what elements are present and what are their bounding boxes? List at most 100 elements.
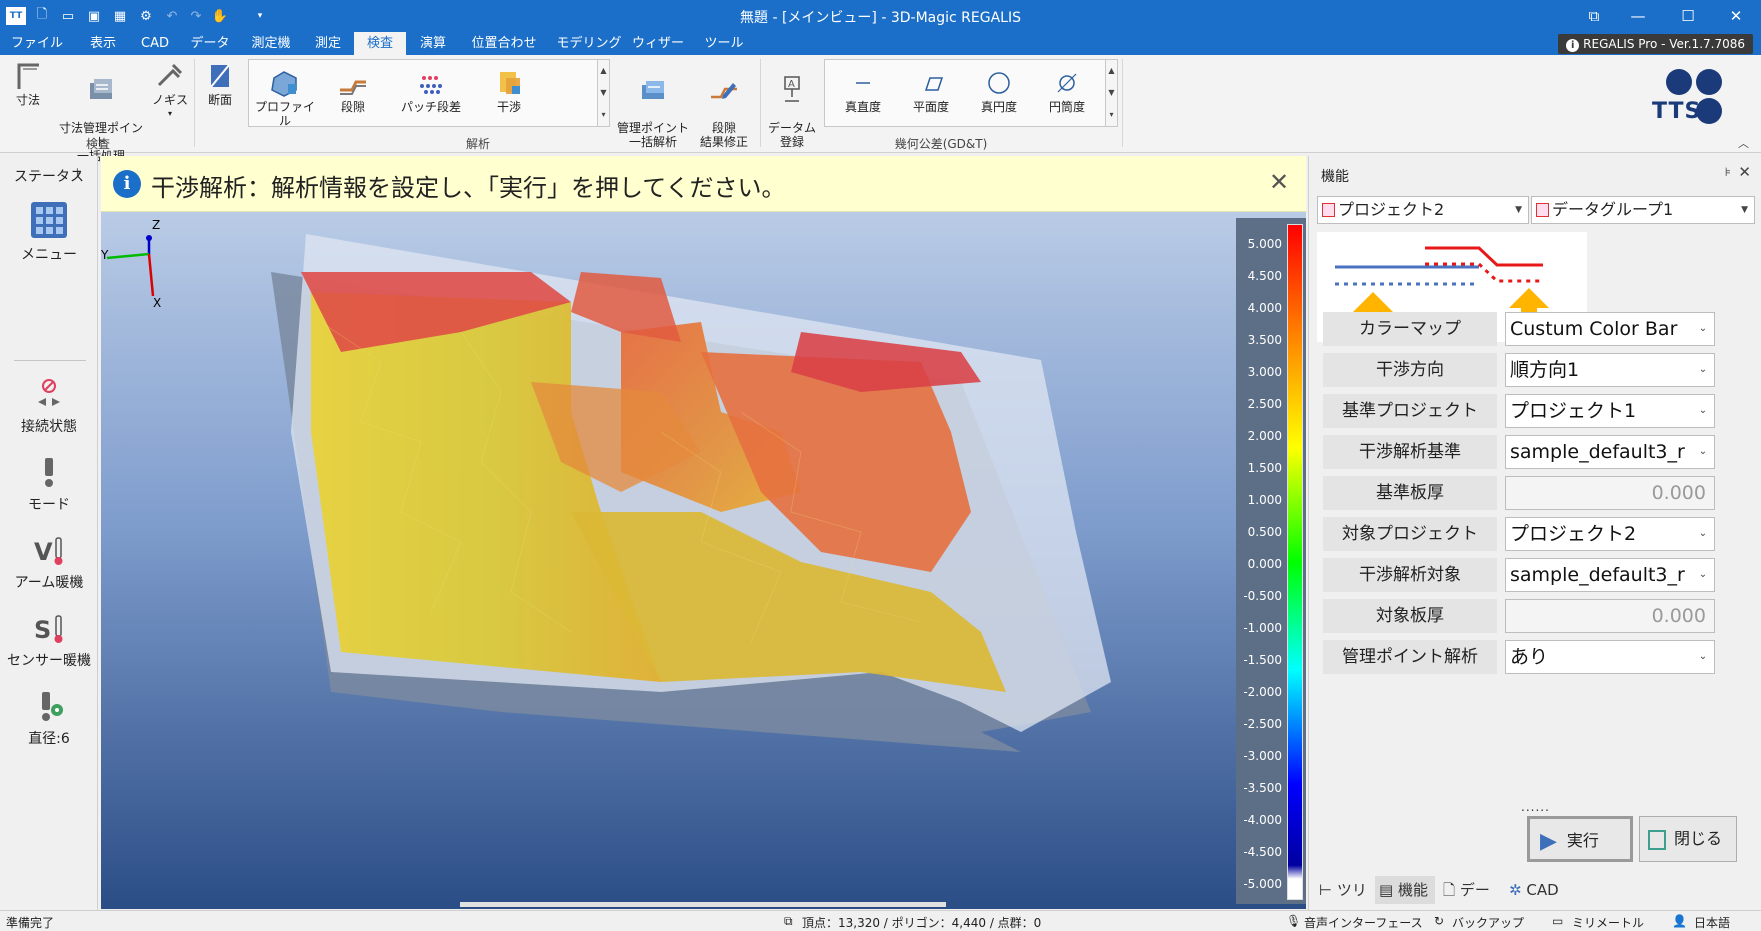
info-bar: i 干渉解析：解析情報を設定し、「実行」を押してください。 ✕	[101, 156, 1306, 212]
sensor-warmup-status[interactable]: S センサー暖機	[0, 612, 98, 670]
target-thickness-label: 対象板厚	[1323, 599, 1497, 633]
flatness-button[interactable]: 平面度	[899, 68, 963, 114]
patch-step-label: パッチ段差	[400, 100, 461, 114]
tab-inspection[interactable]: 検査	[354, 32, 406, 55]
interference-icon	[500, 72, 520, 94]
cylindricity-button[interactable]: 円筒度	[1035, 68, 1099, 114]
tab-view[interactable]: 表示	[80, 32, 126, 55]
flatness-label: 平面度	[912, 100, 949, 114]
tree-icon: ⊢	[1319, 881, 1333, 899]
tab-tools[interactable]: ツール	[694, 32, 754, 55]
status-ready: 準備完了	[6, 916, 55, 930]
tab-wizard[interactable]: ウィザード	[628, 32, 688, 74]
gallery-expand-icon[interactable]: ▾	[598, 104, 609, 126]
resize-grip[interactable]: ......	[1521, 800, 1550, 814]
tab-cad[interactable]: ✲ CAD	[1505, 876, 1563, 904]
pin-icon[interactable]: ⊧	[1725, 165, 1731, 179]
menu-button[interactable]: メニュー	[0, 200, 98, 264]
ribbon: 寸法 寸法管理ポイント 一括処理 ノギス ▾ 検査 断面 プロファイル 段隙 パ…	[0, 55, 1761, 163]
control-point-analysis-value: あり	[1510, 646, 1549, 668]
voice-interface-status[interactable]: 音声インターフェース	[1304, 914, 1423, 931]
section-button[interactable]: 断面	[200, 61, 240, 107]
straightness-label: 真直度	[844, 100, 881, 114]
scroll-down-icon[interactable]: ▼	[598, 82, 609, 104]
tab-file[interactable]: ファイル	[6, 32, 68, 55]
tab-modeling[interactable]: モデリング	[552, 32, 626, 55]
scroll-up-icon[interactable]: ▲	[1106, 60, 1117, 82]
interference-reference-select[interactable]: sample_default3_r ⌄	[1505, 435, 1715, 469]
patch-step-button[interactable]: パッチ段差	[389, 68, 473, 114]
patch-step-icon	[420, 76, 442, 94]
tab-cad[interactable]: CAD	[134, 32, 176, 55]
interference-direction-label: 干渉方向	[1323, 353, 1497, 387]
scroll-down-icon[interactable]: ▼	[1106, 82, 1117, 104]
target-project-value: プロジェクト2	[1510, 523, 1637, 545]
interference-target-select[interactable]: sample_default3_r ⌄	[1505, 558, 1715, 592]
reference-project-select[interactable]: プロジェクト1 ⌄	[1505, 394, 1715, 428]
title-bar: TT 🗋 ▭ ▣ ▦ ⚙ ↶ ↷ ✋ ▾ 無題 - [メインビュー] - 3D-…	[0, 0, 1761, 32]
gallery-scroll[interactable]: ▲ ▼ ▾	[597, 60, 609, 126]
target-project-select[interactable]: プロジェクト2 ⌄	[1505, 517, 1715, 551]
minimize-button[interactable]: —	[1618, 4, 1658, 28]
dimension-button[interactable]: 寸法	[8, 61, 48, 107]
control-point-analysis-label: 管理ポイント解析	[1323, 640, 1497, 674]
color-bar-tick: -3.000	[1243, 749, 1282, 763]
tab-tree[interactable]: ⊢ ツリー	[1315, 876, 1373, 927]
gallery-expand-icon[interactable]: ▾	[1106, 104, 1117, 126]
viewport-scrollbar[interactable]	[460, 902, 946, 907]
close-window-button[interactable]: ✕	[1716, 4, 1756, 28]
result-edit-icon	[711, 83, 737, 99]
tab-alignment[interactable]: 位置合わせ	[464, 32, 544, 55]
restore-ribbon-button[interactable]: ⧉	[1574, 4, 1614, 28]
tab-data[interactable]: 🗋 データ	[1439, 876, 1503, 927]
data-group-select[interactable]: データグループ1 ▼	[1531, 196, 1755, 224]
straightness-button[interactable]: 真直度	[831, 68, 895, 114]
probe-diameter-status[interactable]: 直径:6	[0, 690, 98, 748]
interference-button[interactable]: 干渉	[477, 68, 541, 114]
pin-icon[interactable]: ⊧	[76, 166, 82, 179]
backup-icon: ↻	[1434, 914, 1445, 928]
reference-project-value: プロジェクト1	[1510, 400, 1637, 422]
collapse-ribbon-icon[interactable]: ︿	[1738, 135, 1749, 151]
tab-data[interactable]: データ	[184, 32, 236, 55]
scroll-up-icon[interactable]: ▲	[598, 60, 609, 82]
project-select[interactable]: プロジェクト2 ▼	[1317, 196, 1529, 224]
axis-z-label: Z	[152, 218, 161, 232]
run-button[interactable]: ▶ 実行	[1527, 816, 1633, 862]
tab-calculation[interactable]: 演算	[410, 32, 456, 55]
backup-status[interactable]: バックアップ	[1452, 914, 1524, 931]
arm-warmup-status[interactable]: V アーム暖機	[0, 534, 98, 592]
tab-measurement[interactable]: 測定	[306, 32, 350, 55]
unit-status[interactable]: ミリメートル	[1572, 914, 1644, 931]
maximize-button[interactable]: ☐	[1668, 4, 1708, 28]
roundness-button[interactable]: 真円度	[967, 68, 1031, 114]
control-point-analysis-select[interactable]: あり ⌄	[1505, 640, 1715, 674]
caliper-button[interactable]: ノギス ▾	[150, 61, 190, 121]
batch-analysis-icon	[642, 81, 664, 99]
mode-status[interactable]: モード	[0, 456, 98, 514]
language-status[interactable]: 日本語	[1694, 914, 1730, 931]
close-button[interactable]: 閉じる	[1639, 816, 1737, 862]
close-panel-icon[interactable]: ✕	[1738, 163, 1751, 181]
close-info-icon[interactable]: ✕	[1266, 170, 1292, 196]
gdt-gallery: 真直度 平面度 真円度 円筒度 ▲ ▼ ▾	[824, 59, 1118, 127]
3d-viewport[interactable]: Z Y X	[101, 212, 1306, 909]
window-title: 無題 - [メインビュー] - 3D-Magic REGALIS	[740, 10, 1021, 26]
profile-button[interactable]: プロファイル	[253, 68, 317, 128]
axis-x-label: X	[153, 296, 162, 310]
tab-function[interactable]: ▤ 機能	[1375, 876, 1435, 904]
tab-measuring-machine[interactable]: 測定機	[244, 32, 298, 55]
tts-logo-text: TTS	[1652, 99, 1702, 124]
profile-label: プロファイル	[254, 100, 315, 128]
ribbon-separator	[1122, 59, 1123, 147]
color-bar-tick: -1.000	[1243, 621, 1282, 635]
connection-status[interactable]: 接続状態	[0, 378, 98, 436]
gap-step-button[interactable]: 段隙	[321, 68, 385, 114]
batch-points-icon	[90, 79, 112, 99]
colormap-select[interactable]: Custum Color Bar ⌄	[1505, 312, 1715, 346]
color-bar-tick: 0.000	[1247, 557, 1282, 571]
interference-direction-select[interactable]: 順方向1 ⌄	[1505, 353, 1715, 387]
play-icon: ▶	[1540, 828, 1557, 854]
chevron-down-icon: ⌄	[1692, 436, 1714, 468]
gallery-scroll[interactable]: ▲ ▼ ▾	[1105, 60, 1117, 126]
